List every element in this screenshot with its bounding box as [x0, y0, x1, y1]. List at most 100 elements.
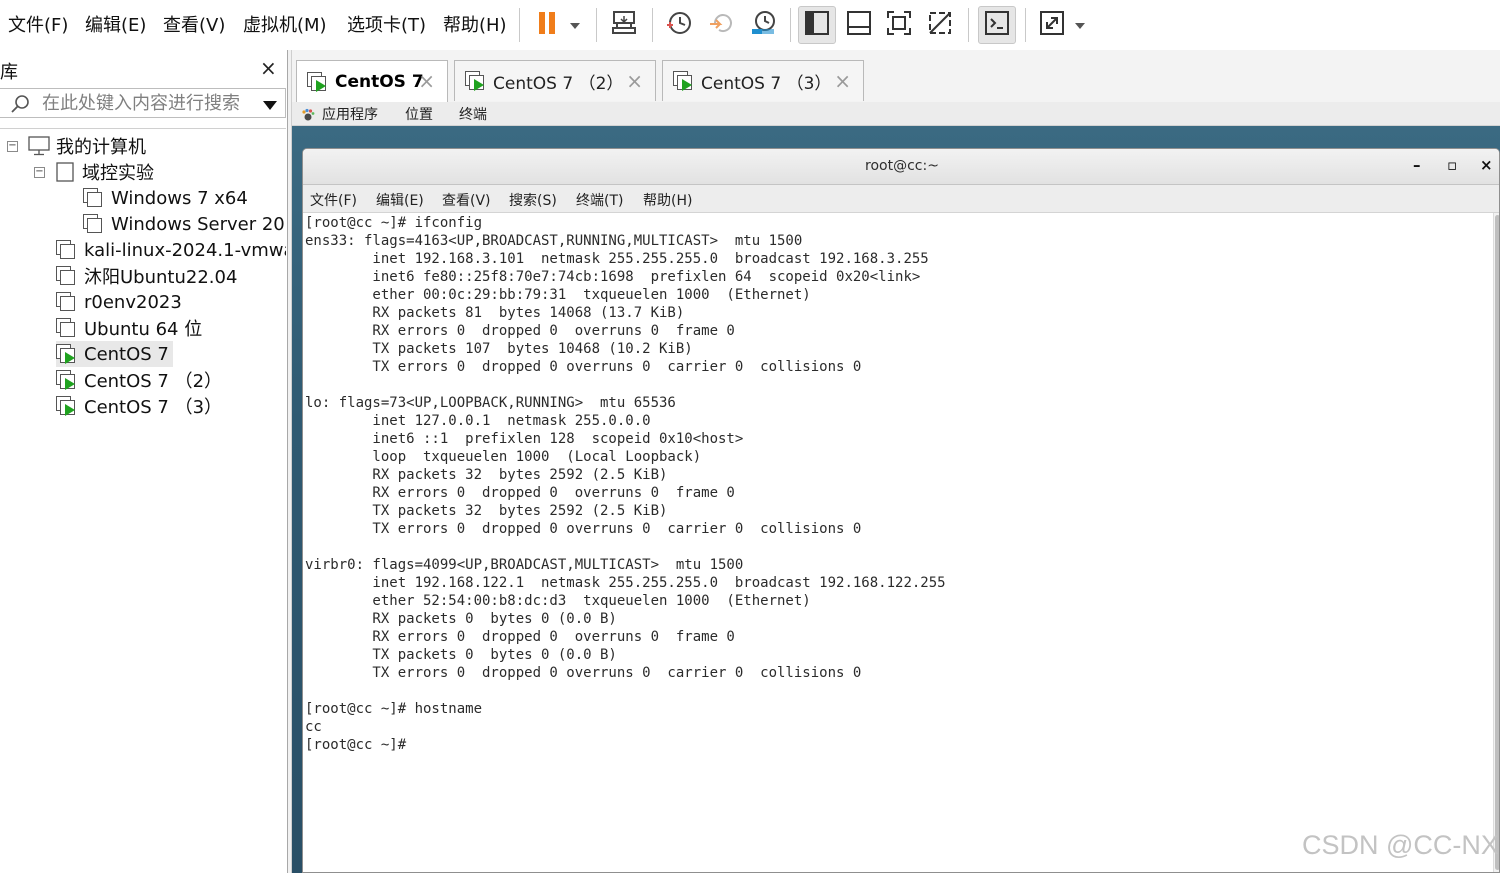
menu-help[interactable]: 帮助(H) — [443, 11, 507, 37]
vm-running-icon — [307, 71, 327, 92]
full-screen-icon — [886, 10, 912, 40]
stretch-icon — [1039, 10, 1065, 40]
tree-item-folder[interactable]: 域控实验 — [56, 159, 154, 185]
tree-item-label: Windows Server 201 — [111, 213, 286, 235]
term-menu-terminal[interactable]: 终端(T) — [576, 190, 623, 210]
toolbar-separator — [596, 8, 597, 42]
terminal-line: ether 00:0c:29:bb:79:31 txqueuelen 1000 … — [305, 287, 811, 303]
menu-file[interactable]: 文件(F) — [8, 11, 68, 37]
library-pane: 库 × − 我的计算机 − 域控实验 Windows 7 x64 — [0, 50, 288, 873]
revert-snapshot-button[interactable] — [702, 6, 740, 44]
terminal-line: ens33: flags=4163<UP,BROADCAST,RUNNING,M… — [305, 233, 803, 249]
library-view-icon — [804, 10, 830, 40]
toolbar-separator — [968, 8, 969, 42]
take-snapshot-button[interactable] — [660, 6, 698, 44]
tree-item-label: CentOS 7 — [84, 343, 169, 365]
tree-item-label: 沐阳Ubuntu22.04 — [84, 267, 238, 288]
menu-edit[interactable]: 编辑(E) — [85, 11, 146, 37]
term-menu-edit[interactable]: 编辑(E) — [376, 190, 424, 210]
scrollbar-thumb[interactable] — [1495, 215, 1499, 870]
search-input[interactable] — [42, 92, 252, 114]
close-button[interactable]: × — [1480, 156, 1493, 174]
terminal-line: inet 127.0.0.1 netmask 255.0.0.0 — [305, 413, 651, 429]
terminal-output[interactable]: [root@cc ~]# ifconfig ens33: flags=4163<U… — [303, 213, 1493, 872]
terminal-menubar: 文件(F) 编辑(E) 查看(V) 搜索(S) 终端(T) 帮助(H) — [303, 185, 1499, 213]
tab-label: CentOS 7 — [335, 71, 424, 92]
tab-centos-7-3[interactable]: CentOS 7 （3） × — [662, 60, 864, 101]
tab-centos-7-2[interactable]: CentOS 7 （2） × — [454, 60, 656, 101]
menu-vm[interactable]: 虚拟机(M) — [243, 11, 327, 37]
library-close-button[interactable]: × — [260, 56, 277, 80]
tree-item-label: Ubuntu 64 位 — [84, 319, 203, 340]
tree-item-vm[interactable]: Ubuntu 64 位 — [56, 315, 202, 341]
terminal-line: TX errors 0 dropped 0 overruns 0 carrier… — [305, 359, 862, 375]
full-screen-button[interactable] — [880, 6, 918, 44]
vm-icon — [56, 318, 76, 338]
pause-button[interactable] — [532, 6, 562, 44]
tree-item-vm[interactable]: CentOS 7 （2） — [56, 367, 222, 393]
vm-tab-bar: CentOS 7 × CentOS 7 （2） × CentOS 7 （3） × — [292, 50, 1500, 102]
folder-icon — [56, 162, 74, 182]
terminal-line: inet6 ::1 prefixlen 128 scopeid 0x10<hos… — [305, 431, 744, 447]
terminal-line: RX packets 32 bytes 2592 (2.5 KiB) — [305, 467, 668, 483]
tree-item-vm[interactable]: CentOS 7 （3） — [56, 393, 222, 419]
gnome-places-menu[interactable]: 位置 — [405, 104, 433, 124]
gnome-applications-menu[interactable]: 应用程序 — [322, 104, 378, 124]
watermark: CSDN @CC-NX — [1302, 830, 1499, 860]
tab-close-button[interactable]: × — [834, 69, 851, 93]
menu-view[interactable]: 查看(V) — [163, 11, 225, 37]
tree-item-vm[interactable]: r0env2023 — [56, 289, 182, 315]
send-ctrl-alt-del-button[interactable] — [604, 6, 644, 44]
app-menubar: 文件(F) 编辑(E) 查看(V) 虚拟机(M) 选项卡(T) 帮助(H) — [0, 0, 1500, 50]
minimize-button[interactable]: – — [1413, 156, 1421, 174]
tree-item-vm[interactable]: kali-linux-2024.1-vmwa — [56, 237, 286, 263]
toolbar-separator — [1025, 8, 1026, 42]
tree-collapse-toggle[interactable]: − — [7, 141, 18, 152]
tree-item-vm[interactable]: 沐阳Ubuntu22.04 — [56, 263, 237, 289]
tab-label: CentOS 7 （3） — [701, 73, 832, 94]
chevron-down-icon — [1073, 16, 1087, 35]
tree-item-vm[interactable]: Windows 7 x64 — [83, 185, 248, 211]
terminal-line: RX errors 0 dropped 0 overruns 0 frame 0 — [305, 485, 735, 501]
tree-item-vm-selected[interactable]: CentOS 7 — [56, 341, 173, 367]
terminal-line: inet 192.168.3.101 netmask 255.255.255.0… — [305, 251, 929, 267]
search-dropdown-button[interactable] — [262, 97, 278, 116]
tab-centos-7[interactable]: CentOS 7 × — [296, 60, 448, 102]
snapshot-take-icon — [665, 9, 693, 41]
pause-dropdown-button[interactable] — [564, 6, 586, 44]
stretch-dropdown-button[interactable] — [1070, 6, 1090, 44]
library-title: 库 — [0, 62, 18, 83]
terminal-line: TX packets 32 bytes 2592 (2.5 KiB) — [305, 503, 668, 519]
tree-item-label: Windows 7 x64 — [111, 187, 248, 209]
tree-collapse-toggle[interactable]: − — [34, 167, 45, 178]
tab-close-button[interactable]: × — [418, 69, 435, 93]
terminal-line: TX errors 0 dropped 0 overruns 0 carrier… — [305, 521, 862, 537]
vm-icon — [83, 214, 103, 234]
snapshot-manager-button[interactable] — [744, 6, 782, 44]
snapshot-manager-icon — [749, 9, 777, 41]
term-menu-view[interactable]: 查看(V) — [442, 190, 491, 210]
tree-item-label: CentOS 7 （3） — [84, 397, 223, 418]
tree-item-vm[interactable]: Windows Server 201 — [83, 211, 286, 237]
thumbnail-bar-button[interactable] — [840, 6, 878, 44]
maximize-button[interactable]: ▫ — [1447, 156, 1457, 174]
tab-close-button[interactable]: × — [626, 69, 643, 93]
unity-button[interactable] — [921, 6, 959, 44]
term-menu-file[interactable]: 文件(F) — [310, 190, 357, 210]
term-menu-search[interactable]: 搜索(S) — [509, 190, 557, 210]
library-view-button[interactable] — [798, 6, 836, 44]
menu-tabs[interactable]: 选项卡(T) — [347, 11, 426, 37]
search-icon — [10, 93, 32, 119]
terminal-titlebar[interactable]: root@cc:~ – ▫ × — [303, 149, 1499, 185]
console-view-button[interactable] — [978, 6, 1016, 44]
term-menu-help[interactable]: 帮助(H) — [643, 190, 692, 210]
vm-running-icon — [56, 370, 76, 390]
vm-icon — [56, 266, 76, 286]
terminal-scrollbar[interactable] — [1493, 213, 1499, 872]
tree-item-label: 域控实验 — [82, 163, 154, 184]
gnome-terminal-menu[interactable]: 终端 — [459, 104, 487, 124]
vm-running-icon — [56, 396, 76, 416]
terminal-line: [root@cc ~]# ifconfig — [305, 215, 483, 231]
tree-item-my-computer[interactable]: 我的计算机 — [28, 133, 146, 159]
stretch-button[interactable] — [1034, 6, 1070, 44]
